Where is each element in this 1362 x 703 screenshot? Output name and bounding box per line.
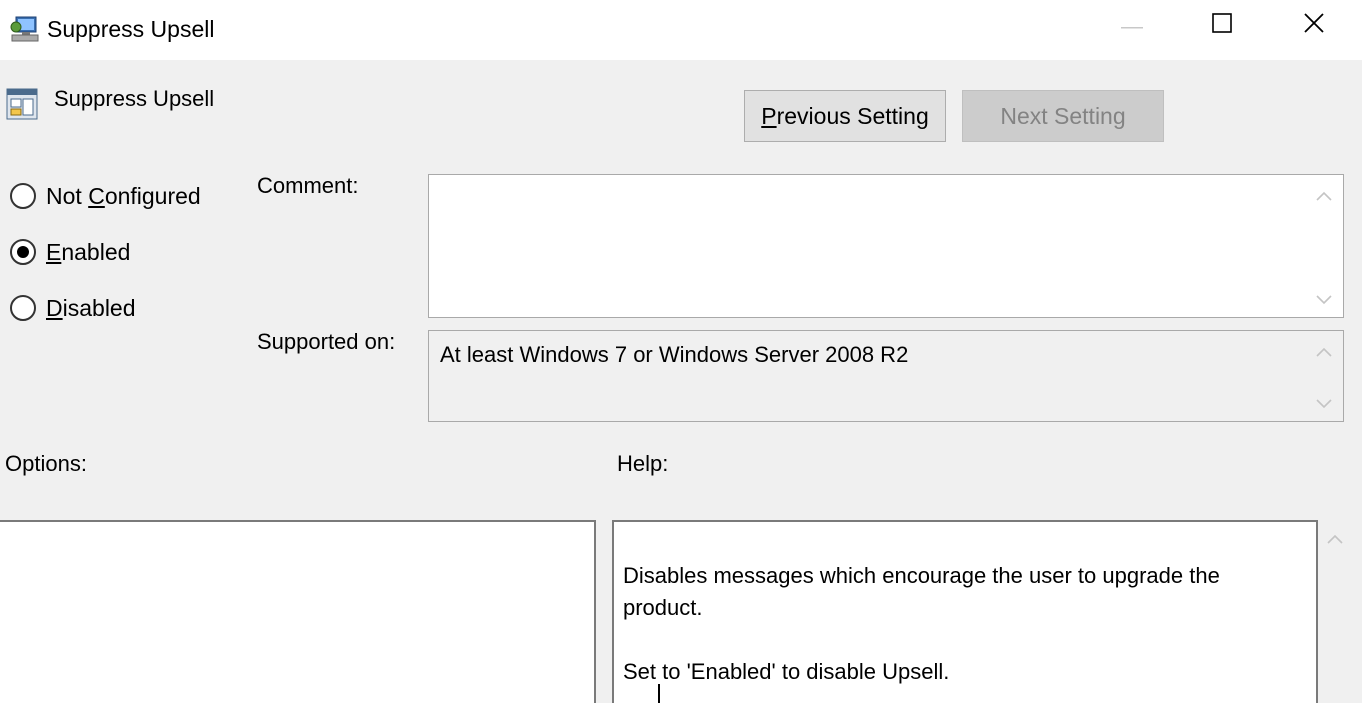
help-label: Help: [617, 451, 669, 476]
maximize-button[interactable] [1176, 0, 1268, 50]
radio-circle[interactable] [10, 183, 36, 209]
scroll-down-arrow-icon[interactable] [1315, 293, 1333, 305]
options-label: Options: [5, 451, 87, 476]
policy-setting-icon [6, 86, 38, 120]
radio-label: Disabled [46, 294, 136, 321]
title-bar: Suppress Upsell [0, 0, 1362, 60]
close-button[interactable] [1268, 0, 1360, 50]
text-cursor [658, 684, 660, 703]
previous-setting-label: revious Setting [776, 102, 929, 129]
next-setting-label: Next Setting [1000, 102, 1126, 129]
help-paragraph: Disables messages which encourage the us… [623, 563, 1220, 620]
help-paragraph: Set to 'Enabled' to disable Upsell. [623, 659, 950, 684]
radio-circle[interactable] [10, 295, 36, 321]
scroll-up-arrow-icon[interactable] [1315, 189, 1333, 201]
previous-setting-button[interactable]: Previous Setting [744, 90, 946, 142]
help-text: Disables messages which encourage the us… [623, 560, 1303, 703]
radio-disabled[interactable]: Disabled [10, 293, 136, 323]
radio-label: Not Configured [46, 182, 201, 209]
help-panel[interactable]: Disables messages which encourage the us… [612, 520, 1318, 703]
next-setting-button[interactable]: Next Setting [962, 90, 1164, 142]
scroll-up-arrow-icon[interactable] [1315, 345, 1333, 357]
minimize-icon [1121, 16, 1143, 34]
supported-on-value: At least Windows 7 or Windows Server 200… [440, 342, 909, 367]
radio-dot [17, 246, 29, 258]
comment-label: Comment: [257, 173, 359, 198]
help-scroll-up-arrow-icon[interactable] [1326, 532, 1344, 544]
window-title: Suppress Upsell [47, 16, 215, 42]
supported-on-field: At least Windows 7 or Windows Server 200… [428, 330, 1344, 422]
radio-label: Enabled [46, 238, 131, 265]
options-panel [0, 520, 596, 703]
radio-not-configured[interactable]: Not Configured [10, 181, 201, 211]
radio-enabled[interactable]: Enabled [10, 237, 130, 267]
close-icon [1303, 12, 1325, 39]
radio-circle-selected[interactable] [10, 239, 36, 265]
setting-name: Suppress Upsell [54, 86, 215, 111]
maximize-icon [1212, 12, 1232, 38]
previous-setting-mnemonic: P [761, 102, 777, 129]
group-policy-app-icon [10, 15, 40, 43]
minimize-button[interactable] [1086, 0, 1178, 50]
comment-textarea[interactable] [428, 174, 1344, 318]
scroll-down-arrow-icon[interactable] [1315, 397, 1333, 409]
supported-on-label: Supported on: [257, 329, 396, 354]
